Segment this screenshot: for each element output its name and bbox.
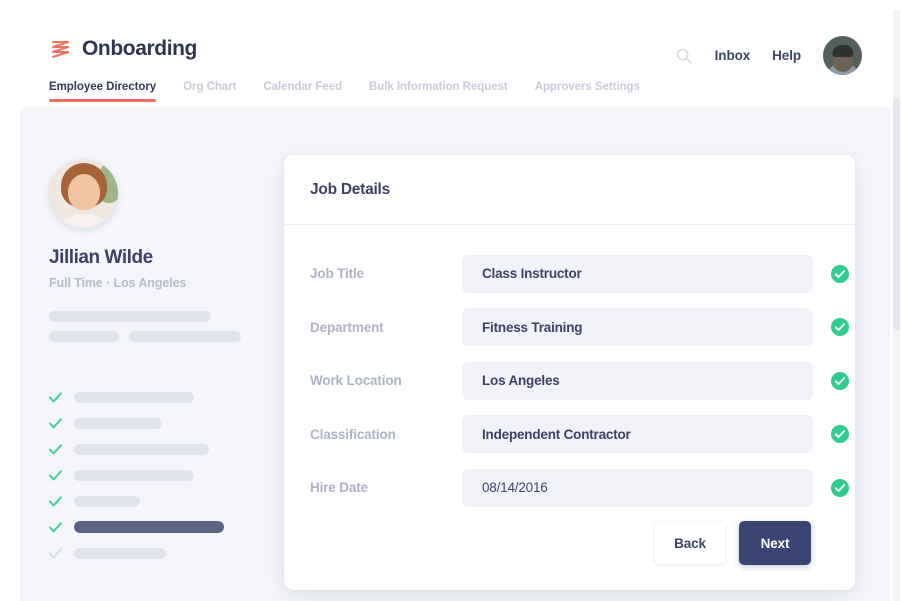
page-content: Jillian Wilde Full Time · Los Angeles Jo…: [20, 107, 890, 601]
form-row-classification: Classification Independent Contractor: [310, 408, 849, 462]
valid-check-icon: [830, 317, 850, 337]
field-label: Job Title: [310, 266, 364, 282]
job-details-form: Job Title Class Instructor Department Fi…: [284, 225, 855, 515]
checklist-item-label: [74, 417, 162, 429]
placeholder-bar: [49, 311, 211, 322]
photo-face: [67, 174, 100, 210]
check-icon: [49, 443, 62, 455]
checklist-item[interactable]: [49, 436, 254, 462]
sidebar-placeholder-block: [49, 311, 254, 342]
form-row-job-title: Job Title Class Instructor: [310, 247, 849, 301]
field-wrapper: Independent Contractor: [462, 415, 849, 454]
department-input[interactable]: Fitness Training: [462, 308, 813, 347]
brand-logo[interactable]: Onboarding: [49, 37, 197, 61]
checklist-item-active[interactable]: [49, 514, 254, 540]
onboarding-checklist: [49, 384, 254, 566]
field-wrapper: Class Instructor: [462, 254, 849, 293]
employee-name: Jillian Wilde: [49, 247, 153, 268]
tab-bulk-information-request[interactable]: Bulk Information Request: [369, 81, 508, 107]
valid-check-icon: [830, 424, 850, 444]
tab-approvers-settings[interactable]: Approvers Settings: [535, 81, 640, 107]
checklist-item-label: [74, 443, 209, 455]
search-icon[interactable]: [675, 47, 693, 65]
app-header: Onboarding Inbox Help Employee Directory…: [20, 10, 890, 107]
field-wrapper: Los Angeles: [462, 361, 849, 400]
card-header: Job Details: [284, 155, 855, 225]
check-icon: [49, 521, 62, 533]
page-title: Job Details: [310, 180, 390, 198]
checklist-item[interactable]: [49, 488, 254, 514]
valid-check-icon: [830, 371, 850, 391]
employee-photo[interactable]: [49, 159, 118, 228]
back-button[interactable]: Back: [655, 522, 725, 564]
checklist-item[interactable]: [49, 410, 254, 436]
field-wrapper: Fitness Training: [462, 308, 849, 347]
placeholder-bar: [49, 331, 119, 342]
placeholder-bar: [129, 331, 241, 342]
checklist-item[interactable]: [49, 462, 254, 488]
checklist-item-label: [74, 495, 140, 507]
checklist-item[interactable]: [49, 540, 254, 566]
form-row-work-location: Work Location Los Angeles: [310, 354, 849, 408]
tab-org-chart[interactable]: Org Chart: [183, 81, 236, 107]
employee-sidebar: Jillian Wilde Full Time · Los Angeles: [49, 159, 254, 566]
checklist-item-label: [74, 391, 194, 403]
check-icon: [49, 391, 62, 403]
avatar-hair: [832, 44, 853, 57]
form-row-department: Department Fitness Training: [310, 301, 849, 355]
checklist-item[interactable]: [49, 384, 254, 410]
header-actions: Inbox Help: [675, 36, 862, 75]
user-avatar[interactable]: [823, 36, 862, 75]
nav-tabs: Employee Directory Org Chart Calendar Fe…: [49, 81, 640, 107]
valid-check-icon: [830, 478, 850, 498]
work-location-input[interactable]: Los Angeles: [462, 361, 813, 400]
hire-date-input[interactable]: 08/14/2016: [462, 468, 813, 507]
check-icon: [49, 469, 62, 481]
check-icon-pending: [49, 547, 62, 559]
employee-meta: Full Time · Los Angeles: [49, 276, 187, 290]
classification-input[interactable]: Independent Contractor: [462, 415, 813, 454]
tab-calendar-feed[interactable]: Calendar Feed: [263, 81, 342, 107]
field-label: Department: [310, 319, 384, 335]
brand-name: Onboarding: [82, 37, 197, 60]
checklist-item-label: [74, 469, 194, 481]
tab-employee-directory[interactable]: Employee Directory: [49, 81, 157, 107]
placeholder-row: [49, 331, 254, 342]
scrollbar-thumb[interactable]: [893, 98, 900, 330]
next-button[interactable]: Next: [739, 521, 811, 565]
checklist-item-label: [74, 521, 224, 533]
valid-check-icon: [830, 264, 850, 284]
field-label: Work Location: [310, 373, 402, 389]
photo-shoulders: [58, 214, 109, 228]
check-icon: [49, 495, 62, 507]
inbox-link[interactable]: Inbox: [715, 48, 751, 63]
field-label: Classification: [310, 426, 396, 442]
help-link[interactable]: Help: [772, 48, 801, 63]
check-icon: [49, 417, 62, 429]
field-wrapper: 08/14/2016: [462, 468, 849, 507]
zigzag-logo-icon: [49, 37, 73, 61]
job-details-card: Job Details Job Title Class Instructor D…: [284, 155, 855, 590]
job-title-input[interactable]: Class Instructor: [462, 254, 813, 293]
app-window: Onboarding Inbox Help Employee Directory…: [20, 10, 890, 601]
form-row-hire-date: Hire Date 08/14/2016: [310, 461, 849, 515]
form-actions: Back Next: [655, 521, 811, 565]
field-label: Hire Date: [310, 480, 368, 496]
checklist-item-label: [74, 547, 166, 559]
